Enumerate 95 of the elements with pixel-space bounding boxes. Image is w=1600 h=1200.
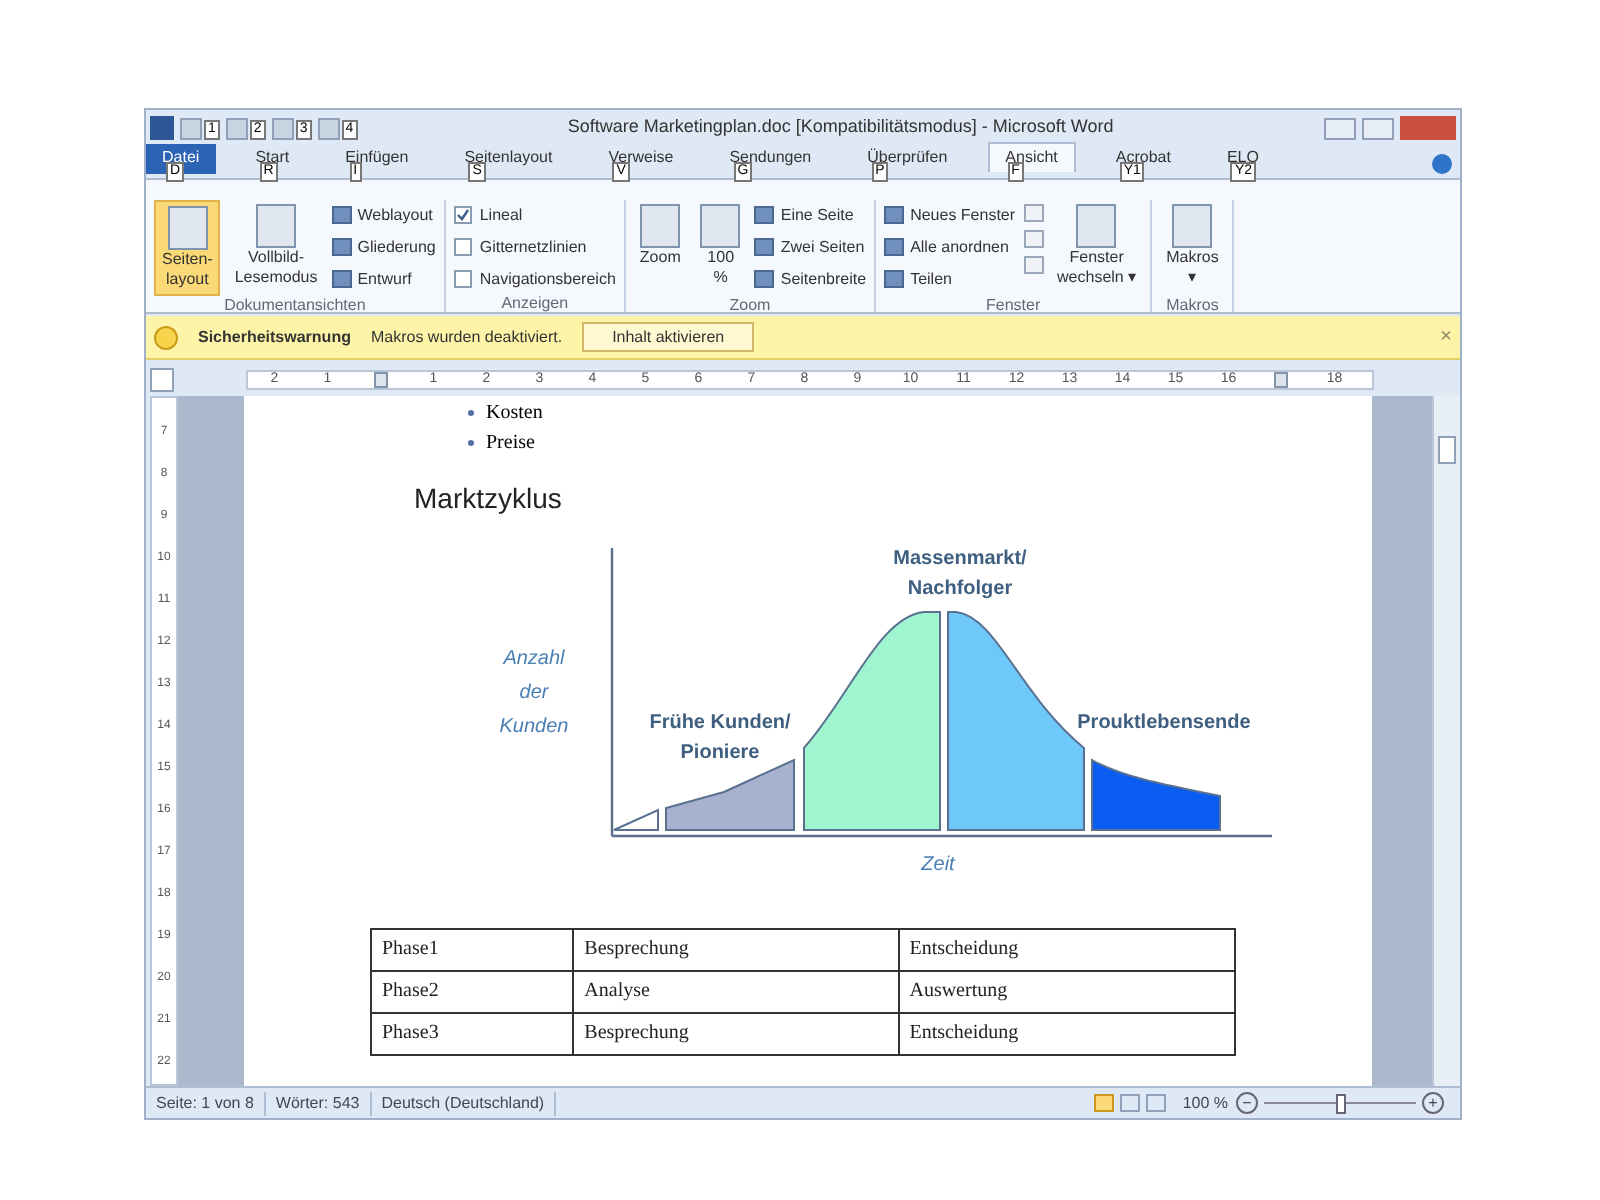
curve-segment (613, 808, 659, 831)
group-label: Makros (1164, 296, 1221, 316)
warning-message: Makros wurden deaktiviert. (370, 325, 563, 349)
ribbon-button[interactable]: Seiten- layout (154, 200, 221, 296)
view-icon (754, 206, 775, 224)
document-icon (640, 204, 681, 248)
axis-label: Zeit (921, 854, 955, 876)
zoom-level: 100 % (1182, 1091, 1228, 1115)
table-cell: Analyse (573, 971, 899, 1013)
view-icon (884, 270, 905, 288)
status-text: Wörter: 543 (265, 1091, 372, 1115)
zoom-in-button[interactable]: + (1422, 1092, 1444, 1114)
word-logo-icon (150, 116, 174, 140)
toolbar-button[interactable] (225, 117, 248, 139)
window-icon (1023, 230, 1044, 248)
curve-segment (665, 758, 795, 831)
bullet-item: Kosten (468, 398, 1372, 428)
document-icon (256, 204, 297, 248)
view-icon (884, 238, 905, 256)
ribbon-button[interactable]: Teilen (884, 264, 1016, 294)
ribbon-button[interactable]: Weblayout (331, 200, 436, 230)
zoom-slider-thumb[interactable] (1336, 1093, 1346, 1113)
checkbox[interactable]: Lineal (453, 200, 616, 230)
zoom-out-button[interactable]: − (1236, 1092, 1258, 1114)
ribbon-button[interactable]: Seitenbreite (754, 264, 867, 294)
view-icon (1146, 1094, 1167, 1112)
checkbox-box[interactable] (453, 206, 472, 224)
checkbox[interactable]: Navigationsbereich (453, 264, 616, 294)
table-cell: Phase1 (371, 929, 574, 971)
ribbon-button[interactable]: 100 % (694, 200, 747, 296)
window-icon (1023, 204, 1044, 222)
indent-marker[interactable] (1274, 372, 1289, 388)
heading: Marktzyklus (414, 480, 564, 518)
ribbon-button[interactable]: Fenster wechseln ▾ (1051, 200, 1143, 296)
table-cell: Phase2 (371, 971, 574, 1013)
view-icon (754, 238, 775, 256)
toolbar-button[interactable] (180, 117, 202, 139)
bullet-icon (468, 410, 474, 416)
diagram-label: Prouktlebensende (1077, 712, 1251, 734)
table-cell: Auswertung (898, 971, 1235, 1013)
enable-content-button[interactable]: Inhalt aktivieren (582, 322, 755, 352)
indent-marker[interactable] (373, 372, 388, 388)
group-label: Zoom (727, 296, 773, 316)
window-icon (1023, 256, 1044, 274)
help-icon (1432, 154, 1452, 174)
vertical-scrollbar[interactable] (1432, 396, 1460, 1086)
group-label: Fenster (984, 296, 1043, 316)
curve-segment (1091, 759, 1221, 831)
ribbon-button[interactable]: Makros ▾ (1160, 200, 1225, 296)
ribbon-button[interactable]: Neues Fenster (884, 200, 1016, 230)
status-text: Seite: 1 von 8 (146, 1091, 266, 1115)
group-label: Dokumentansichten (222, 296, 368, 316)
view-icon (754, 270, 775, 288)
document-icon (700, 204, 741, 248)
axis-label: Anzahl der Kunden (499, 648, 569, 738)
checkbox-box[interactable] (453, 238, 472, 256)
ribbon-button[interactable]: Zoom (633, 200, 687, 296)
document-icon (167, 206, 208, 250)
toolbar-button[interactable] (271, 117, 294, 139)
ribbon-button[interactable]: Vollbild- Lesemodus (228, 200, 324, 296)
table-cell: Besprechung (573, 929, 899, 971)
ribbon-button[interactable]: Zwei Seiten (754, 232, 867, 262)
window-title: Software Marketingplan.doc [Kompatibilitätsmodus] - Microsoft Word (565, 114, 1116, 141)
document-icon (1172, 204, 1213, 248)
bullet-icon (468, 440, 474, 446)
checkbox-box[interactable] (453, 270, 472, 288)
view-icon (331, 206, 352, 224)
table-cell: Entscheidung (898, 1013, 1235, 1055)
table-cell: Phase3 (371, 1013, 574, 1055)
ribbon-button[interactable]: Gliederung (331, 232, 436, 262)
view-icon (884, 206, 905, 224)
zoom-slider-track[interactable] (1264, 1093, 1416, 1113)
checkbox[interactable]: Gitternetzlinien (453, 232, 616, 262)
minimize-button[interactable] (1324, 117, 1356, 139)
warning-icon (154, 325, 178, 349)
ribbon-button[interactable]: Alle anordnen (884, 232, 1016, 262)
status-text: Deutsch (Deutschland) (371, 1091, 557, 1115)
table-cell: Entscheidung (898, 929, 1235, 971)
view-icon (331, 238, 352, 256)
warning-title: Sicherheitswarnung (198, 325, 351, 349)
page-view-icon (1094, 1094, 1115, 1112)
ribbon-button[interactable]: Eine Seite (754, 200, 867, 230)
group-label: Anzeigen (499, 294, 571, 314)
tab-selector[interactable] (150, 368, 174, 392)
document-icon (1076, 204, 1117, 248)
toolbar-button[interactable] (317, 117, 340, 139)
bullet-item: Preise (468, 428, 1372, 458)
ribbon-button[interactable]: Entwurf (331, 264, 436, 294)
scroll-thumb[interactable] (1438, 436, 1456, 464)
diagram-label: Frühe Kunden/ Pioniere (649, 712, 791, 764)
maximize-button[interactable] (1362, 117, 1394, 139)
table-cell: Besprechung (573, 1013, 899, 1055)
view-icon (331, 270, 352, 288)
view-icon (1120, 1094, 1141, 1112)
diagram-label: Massenmarkt/ Nachfolger (893, 548, 1027, 600)
